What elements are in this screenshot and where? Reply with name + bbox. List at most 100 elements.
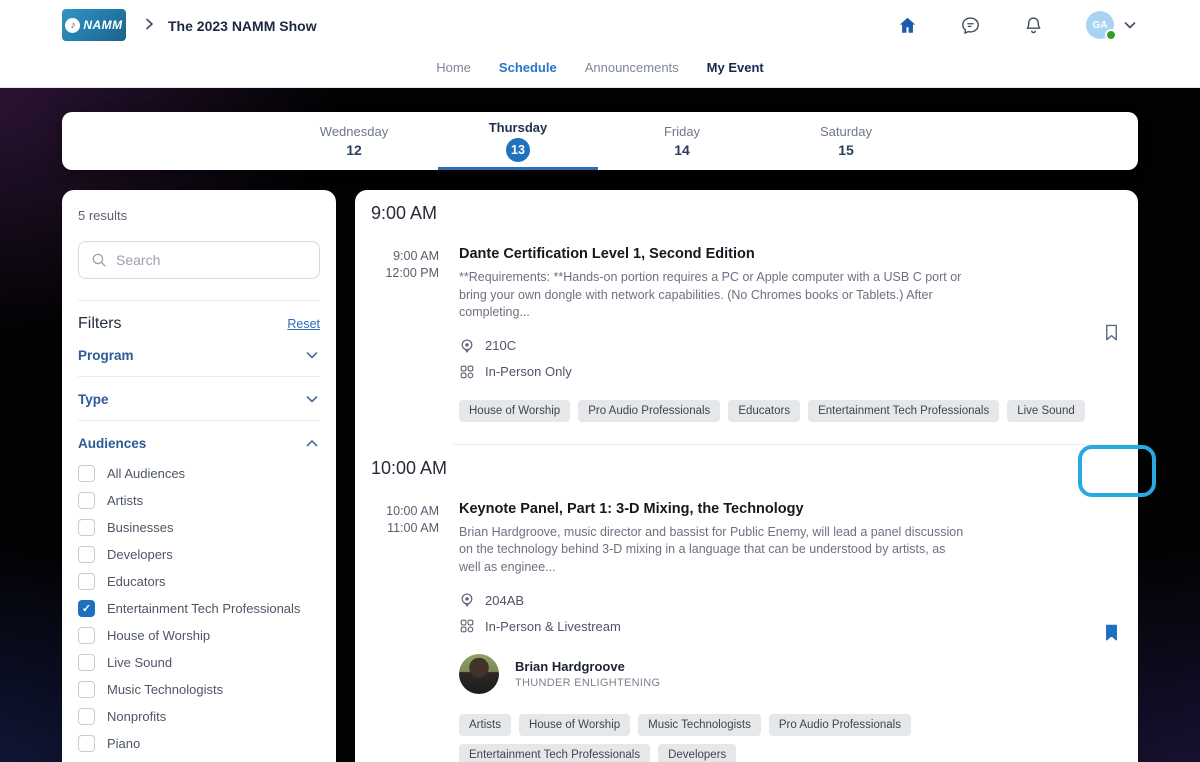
- home-button[interactable]: [897, 15, 918, 36]
- namm-logo-icon: ♪: [65, 18, 80, 33]
- breadcrumb-title: The 2023 NAMM Show: [168, 18, 317, 34]
- event-description: Brian Hardgroove, music director and bas…: [459, 524, 964, 577]
- search-icon: [91, 252, 107, 268]
- tag-badge: Pro Audio Professionals: [578, 400, 720, 422]
- date-tab-friday[interactable]: Friday 14: [600, 112, 764, 170]
- bookmark-outline-icon: [1102, 323, 1121, 342]
- checkbox-icon: [78, 681, 95, 698]
- bell-icon: [1023, 15, 1044, 36]
- namm-logo[interactable]: ♪ NAMM: [62, 9, 126, 41]
- filters-header: Filters Reset: [78, 315, 320, 333]
- tag-badge: Entertainment Tech Professionals: [459, 744, 650, 762]
- date-tab-day-label: Thursday: [489, 120, 548, 135]
- filter-section-program[interactable]: Program: [78, 333, 320, 377]
- account-menu[interactable]: GA: [1086, 11, 1138, 39]
- event-time-range: 10:00 AM 11:00 AM: [371, 501, 439, 762]
- event-start-time: 10:00 AM: [371, 503, 439, 520]
- speaker-info: Brian Hardgroove THUNDER ENLIGHTENING: [515, 659, 660, 689]
- audience-option-house-of-worship[interactable]: House of Worship: [78, 622, 320, 649]
- breadcrumb-chevron-icon: [142, 17, 156, 31]
- date-tab-bar: Wednesday 12 Thursday 13 Friday 14 Satur…: [62, 112, 1138, 170]
- audience-option-music-technologists[interactable]: Music Technologists: [78, 676, 320, 703]
- event-title[interactable]: Keynote Panel, Part 1: 3-D Mixing, the T…: [459, 501, 1090, 517]
- event-tags: Artists House of Worship Music Technolog…: [459, 714, 1090, 762]
- checkbox-icon: [78, 492, 95, 509]
- audience-option-artists[interactable]: Artists: [78, 487, 320, 514]
- date-tab-date-number: 15: [838, 142, 854, 158]
- location-pin-icon: [459, 592, 475, 608]
- event-start-time: 9:00 AM: [371, 248, 439, 265]
- event-title[interactable]: Dante Certification Level 1, Second Edit…: [459, 246, 1090, 262]
- speaker-company: THUNDER ENLIGHTENING: [515, 677, 660, 689]
- audience-option-entertainment-tech-professionals[interactable]: Entertainment Tech Professionals: [78, 595, 320, 622]
- audience-option-businesses[interactable]: Businesses: [78, 514, 320, 541]
- audience-filter-list: All Audiences Artists Businesses Develop…: [78, 460, 320, 762]
- checkbox-icon: [78, 465, 95, 482]
- schedule-section-10am: 10:00 AM 10:00 AM 11:00 AM Keynote Panel…: [355, 445, 1138, 762]
- event-time-range: 9:00 AM 12:00 PM: [371, 246, 439, 422]
- bookmark-filled-icon: [1102, 623, 1121, 642]
- event-meta: 210C In-Person Only: [459, 338, 1090, 380]
- tag-badge: Educators: [728, 400, 800, 422]
- date-tab-date-number: 12: [346, 142, 362, 158]
- audience-option-nonprofits[interactable]: Nonprofits: [78, 703, 320, 730]
- schedule-section-9am: 9:00 AM 9:00 AM 12:00 PM Dante Certifica…: [355, 190, 1138, 444]
- filters-sidebar: 5 results Filters Reset Program Type Aud…: [62, 190, 336, 762]
- schedule-panel: 9:00 AM 9:00 AM 12:00 PM Dante Certifica…: [355, 190, 1138, 762]
- nav-tab-schedule[interactable]: Schedule: [499, 60, 557, 75]
- audience-option-educators[interactable]: Educators: [78, 568, 320, 595]
- keynote-bookmark-button[interactable]: [1100, 501, 1122, 762]
- event-location: 210C: [459, 338, 1090, 354]
- date-tab-wednesday[interactable]: Wednesday 12: [272, 112, 436, 170]
- speaker-photo: [459, 654, 499, 694]
- avatar[interactable]: GA: [1086, 11, 1114, 39]
- chevron-down-icon: [304, 391, 320, 407]
- event-tags: House of Worship Pro Audio Professionals…: [459, 400, 1090, 422]
- avatar-initials: GA: [1093, 20, 1108, 31]
- top-header: ♪ NAMM The 2023 NAMM Show GA: [0, 0, 1200, 88]
- event-meta: 204AB In-Person & Livestream: [459, 592, 1090, 634]
- nav-tab-my-event[interactable]: My Event: [707, 60, 764, 75]
- primary-nav: Home Schedule Announcements My Event: [0, 60, 1200, 75]
- tag-badge: Artists: [459, 714, 511, 736]
- audience-option-piano[interactable]: Piano: [78, 730, 320, 757]
- event-location: 204AB: [459, 592, 1090, 608]
- event-body: Dante Certification Level 1, Second Edit…: [459, 246, 1090, 422]
- audience-option-all-audiences[interactable]: All Audiences: [78, 460, 320, 487]
- tag-badge: Music Technologists: [638, 714, 761, 736]
- chevron-down-icon: [304, 347, 320, 363]
- app-window: ♪ NAMM The 2023 NAMM Show GA: [0, 0, 1200, 762]
- notifications-button[interactable]: [1023, 15, 1044, 36]
- audience-option-live-sound[interactable]: Live Sound: [78, 649, 320, 676]
- speaker-row[interactable]: Brian Hardgroove THUNDER ENLIGHTENING: [459, 654, 1090, 694]
- filters-title: Filters: [78, 315, 122, 333]
- event-card-dante-level-1[interactable]: 9:00 AM 12:00 PM Dante Certification Lev…: [355, 244, 1138, 444]
- checkbox-icon: [78, 654, 95, 671]
- nav-tab-home[interactable]: Home: [436, 60, 471, 75]
- section-time-heading: 9:00 AM: [355, 190, 1138, 224]
- date-tab-day-label: Friday: [664, 124, 700, 139]
- filter-section-audiences[interactable]: Audiences: [78, 421, 320, 460]
- event-end-time: 12:00 PM: [371, 265, 439, 282]
- date-tab-thursday[interactable]: Thursday 13: [436, 112, 600, 170]
- audience-option-developers[interactable]: Developers: [78, 541, 320, 568]
- checkbox-icon: [78, 627, 95, 644]
- section-time-heading: 10:00 AM: [355, 445, 1138, 479]
- checkbox-icon: [78, 708, 95, 725]
- nav-tab-announcements[interactable]: Announcements: [585, 60, 679, 75]
- search-input[interactable]: [116, 252, 307, 268]
- event-card-keynote-panel[interactable]: 10:00 AM 11:00 AM Keynote Panel, Part 1:…: [355, 499, 1138, 762]
- bookmark-button[interactable]: [1100, 246, 1122, 422]
- checkbox-checked-icon: [78, 600, 95, 617]
- audience-option-pro-audio-professionals[interactable]: Pro Audio Professionals: [78, 757, 320, 762]
- chevron-down-icon: [1122, 17, 1138, 33]
- date-tab-saturday[interactable]: Saturday 15: [764, 112, 928, 170]
- header-actions: GA: [897, 11, 1138, 39]
- event-format: In-Person & Livestream: [459, 618, 1090, 634]
- chat-button[interactable]: [960, 15, 981, 36]
- checkbox-icon: [78, 735, 95, 752]
- reset-filters-link[interactable]: Reset: [287, 317, 320, 331]
- filter-section-type[interactable]: Type: [78, 377, 320, 421]
- sidebar-divider: [78, 300, 320, 301]
- search-box[interactable]: [78, 241, 320, 279]
